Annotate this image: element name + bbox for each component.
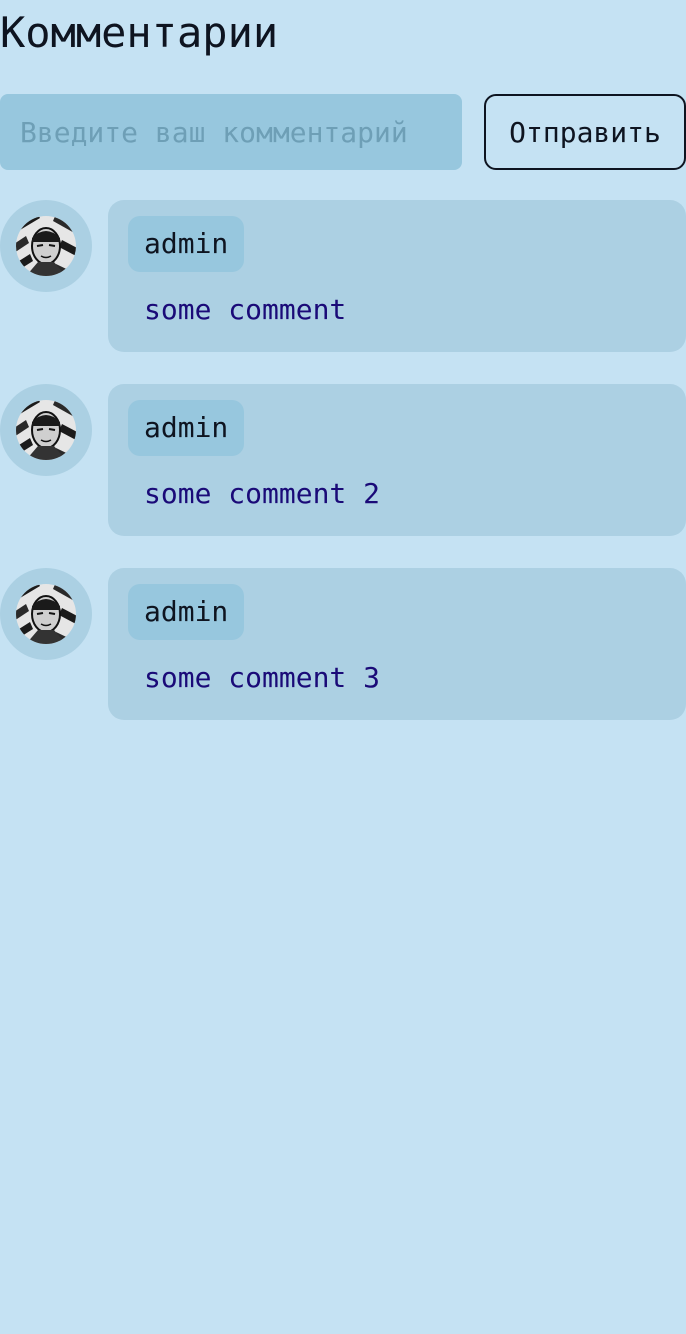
- comment-item: admin some comment 2: [0, 384, 686, 536]
- author-name[interactable]: admin: [128, 216, 245, 272]
- avatar: [0, 568, 92, 660]
- user-avatar-icon: [16, 216, 76, 276]
- comment-text: some comment 3: [144, 661, 381, 694]
- avatar: [0, 200, 92, 292]
- page-title: Комментарии: [0, 8, 279, 57]
- author-name[interactable]: admin: [128, 584, 245, 640]
- comment-card: admin some comment: [108, 200, 686, 352]
- comment-card: admin some comment 2: [108, 384, 686, 536]
- author-name[interactable]: admin: [128, 400, 245, 456]
- comment-form: Отправить: [0, 94, 686, 170]
- comment-item: admin some comment: [0, 200, 686, 352]
- avatar: [0, 384, 92, 476]
- send-button[interactable]: Отправить: [484, 94, 686, 170]
- user-avatar-icon: [16, 584, 76, 644]
- comment-text: some comment: [144, 293, 347, 326]
- user-avatar-icon: [16, 400, 76, 460]
- comment-list: admin some comment admin some comment 2 …: [0, 200, 686, 752]
- comment-text: some comment 2: [144, 477, 381, 510]
- comment-item: admin some comment 3: [0, 568, 686, 720]
- comment-card: admin some comment 3: [108, 568, 686, 720]
- comment-input[interactable]: [0, 94, 462, 170]
